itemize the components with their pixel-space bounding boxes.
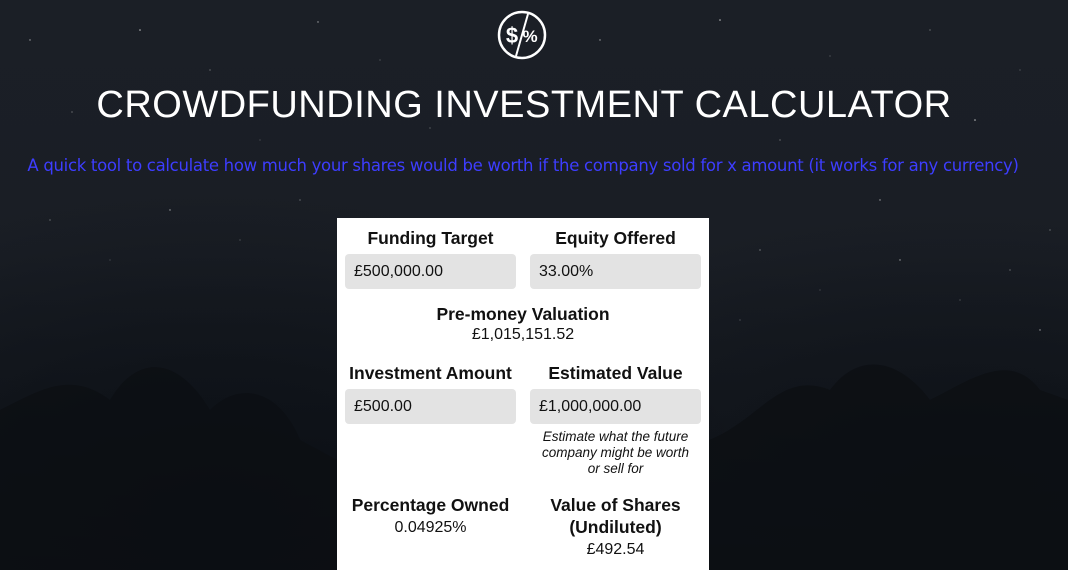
page-subtitle: A quick tool to calculate how much your …: [27, 156, 1019, 175]
page-title: CROWDFUNDING INVESTMENT CALCULATOR: [96, 84, 952, 126]
investment-amount-label: Investment Amount: [349, 363, 512, 383]
equity-offered-input[interactable]: [530, 254, 701, 289]
dollar-percent-icon: $ %: [497, 10, 547, 60]
pre-money-valuation-label: Pre-money Valuation: [436, 304, 610, 324]
svg-text:%: %: [522, 27, 537, 46]
funding-target-group: Funding Target: [345, 227, 516, 289]
percentage-owned-group: Percentage Owned 0.04925%: [345, 494, 516, 538]
percentage-owned-value: 0.04925%: [394, 519, 467, 536]
estimated-value-label: Estimated Value: [548, 363, 683, 383]
estimated-value-input[interactable]: [530, 389, 701, 424]
estimated-value-note: Estimate what the future company might b…: [541, 429, 690, 476]
equity-offered-label: Equity Offered: [555, 228, 676, 248]
value-of-shares-group: Value of Shares (Undiluted) £492.54: [530, 494, 701, 560]
value-of-shares-value: £492.54: [586, 541, 645, 558]
investment-amount-group: Investment Amount: [345, 362, 516, 424]
svg-text:$: $: [506, 23, 518, 48]
investment-amount-input[interactable]: [345, 389, 516, 424]
funding-target-input[interactable]: [345, 254, 516, 289]
calculator-card: Funding Target Equity Offered Pre-money …: [337, 218, 709, 570]
pre-money-valuation-value: £1,015,151.52: [471, 326, 575, 343]
value-of-shares-label: Value of Shares (Undiluted): [550, 495, 681, 537]
percentage-owned-label: Percentage Owned: [351, 495, 510, 515]
funding-target-label: Funding Target: [367, 228, 494, 248]
pre-money-valuation-group: Pre-money Valuation £1,015,151.52: [337, 303, 709, 345]
estimated-value-group: Estimated Value Estimate what the future…: [530, 362, 701, 477]
equity-offered-group: Equity Offered: [530, 227, 701, 289]
